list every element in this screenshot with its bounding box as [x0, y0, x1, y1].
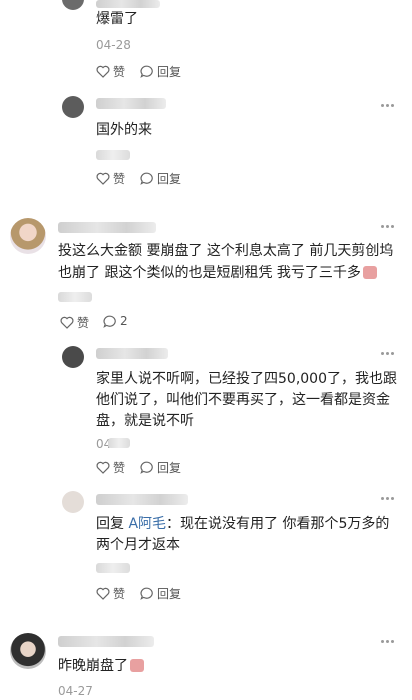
comment-bubble-icon — [140, 65, 153, 78]
reply-count-button[interactable]: 2 — [103, 314, 128, 328]
comment-bubble-icon — [140, 587, 153, 600]
comment-bubble-icon — [140, 461, 153, 474]
comment-date-blurred — [58, 292, 92, 302]
more-options-icon[interactable] — [381, 640, 395, 644]
like-label: 赞 — [113, 461, 126, 475]
comment-bubble-icon — [140, 172, 153, 185]
username-blurred[interactable] — [96, 0, 160, 8]
reply-label: 回复 — [157, 461, 182, 475]
reply-button[interactable]: 回复 — [140, 170, 181, 187]
comment-text-line: 两个月才返本 — [96, 537, 180, 553]
reply-button[interactable]: 回复 — [140, 63, 181, 80]
emoji-icon — [130, 659, 144, 672]
like-label: 赞 — [113, 65, 126, 79]
comment-text-line: 投这么大金额 要崩盘了 这个利息太高了 前几天剪创坞 — [58, 243, 394, 259]
reply-count: 2 — [120, 314, 128, 328]
like-label: 赞 — [77, 316, 90, 330]
more-options-icon[interactable] — [381, 104, 395, 108]
comment-text-line: 回复 A阿毛：现在说没有用了 你看那个5万多的 — [96, 516, 390, 532]
avatar[interactable] — [62, 491, 84, 513]
comment-text-line: 也崩了 跟这个类似的也是短剧租凭 我亏了三千多 — [58, 263, 377, 283]
comment-date: 04-27 — [58, 684, 93, 698]
like-label: 赞 — [113, 172, 126, 186]
more-options-icon[interactable] — [381, 497, 395, 501]
comment-date-blurred — [108, 438, 130, 448]
like-button[interactable]: 赞 — [96, 459, 125, 476]
comment-date-blurred — [96, 150, 130, 160]
comment-bubble-icon — [103, 315, 116, 328]
like-button[interactable]: 赞 — [96, 63, 125, 80]
more-options-icon[interactable] — [381, 225, 395, 229]
comment-text: 爆雷了 — [96, 11, 138, 27]
avatar[interactable] — [62, 346, 84, 368]
username-blurred[interactable] — [96, 98, 166, 109]
reply-button[interactable]: 回复 — [140, 585, 181, 602]
username-blurred[interactable] — [96, 348, 168, 359]
comment-text-line: 他们说了，叫他们不要再买了，这一看都是资金 — [96, 392, 390, 408]
avatar[interactable] — [62, 0, 84, 10]
reply-label: 回复 — [157, 65, 182, 79]
heart-icon — [96, 461, 110, 474]
heart-icon — [96, 65, 110, 78]
like-button[interactable]: 赞 — [96, 585, 125, 602]
comment-text: 国外的来 — [96, 122, 152, 138]
more-options-icon[interactable] — [381, 352, 395, 356]
comment-date: 04-28 — [96, 38, 131, 52]
username-blurred[interactable] — [58, 222, 156, 233]
username-blurred[interactable] — [58, 636, 154, 647]
like-button[interactable]: 赞 — [60, 314, 89, 331]
avatar[interactable] — [10, 218, 46, 254]
mention-link[interactable]: A阿毛 — [128, 516, 166, 532]
emoji-icon — [362, 266, 377, 279]
reply-label: 回复 — [157, 587, 182, 601]
like-button[interactable]: 赞 — [96, 170, 125, 187]
reply-prefix: 回复 — [96, 516, 124, 532]
heart-icon — [96, 172, 110, 185]
comment-text: 昨晚崩盘了 — [58, 656, 144, 676]
reply-button[interactable]: 回复 — [140, 459, 181, 476]
comment-date-blurred — [96, 563, 130, 573]
comment-text-line: 家里人说不听啊，已经投了四50,000了，我也跟 — [96, 371, 397, 387]
avatar[interactable] — [10, 633, 46, 669]
heart-icon — [60, 316, 74, 329]
comment-text-line: 盘，就是说不听 — [96, 413, 194, 429]
reply-label: 回复 — [157, 172, 182, 186]
username-blurred[interactable] — [96, 494, 188, 505]
heart-icon — [96, 587, 110, 600]
like-label: 赞 — [113, 587, 126, 601]
avatar[interactable] — [62, 96, 84, 118]
